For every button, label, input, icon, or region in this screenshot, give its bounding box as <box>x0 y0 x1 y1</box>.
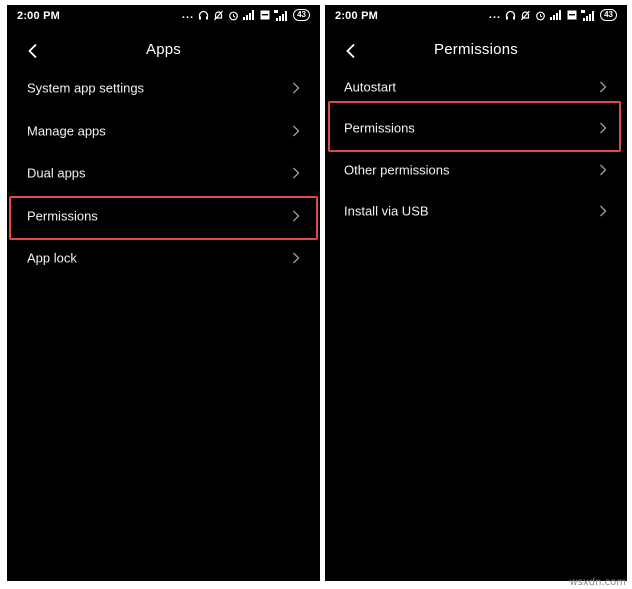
menu-item-label: App lock <box>27 250 77 266</box>
signal-4g-icon <box>274 9 288 21</box>
menu-item-label: Permissions <box>27 208 98 224</box>
page-title: Permissions <box>434 41 518 58</box>
menu-item-manage-apps[interactable]: Manage apps <box>7 110 320 153</box>
menu-item-dual-apps[interactable]: Dual apps <box>7 152 320 195</box>
status-time: 2:00 PM <box>335 10 378 22</box>
signal-icon <box>243 10 255 20</box>
battery-icon: 43 <box>600 9 617 21</box>
alarm-icon <box>536 11 545 20</box>
watermark: wsxdn.com <box>569 577 626 588</box>
apps-screen: 2:00 PM ... 43 Apps System app settings <box>7 5 320 581</box>
battery-icon: 43 <box>293 9 310 21</box>
status-icons: ... 43 <box>489 9 617 21</box>
menu-item-autostart[interactable]: Autostart <box>325 66 627 108</box>
page-title: Apps <box>146 41 181 58</box>
menu-item-install-via-usb[interactable]: Install via USB <box>325 191 627 233</box>
menu-item-label: Dual apps <box>27 165 86 181</box>
headset-icon <box>505 10 516 19</box>
chevron-right-icon <box>293 125 300 137</box>
menu-item-app-lock[interactable]: App lock <box>7 237 320 280</box>
menu-item-permissions[interactable]: Permissions <box>7 195 320 238</box>
chevron-right-icon <box>600 81 607 93</box>
more-notifications-icon: ... <box>181 9 195 21</box>
headset-icon <box>198 10 209 19</box>
signal-4g-icon <box>581 9 595 21</box>
app-bar: Permissions <box>325 31 627 71</box>
menu-item-label: Install via USB <box>344 203 429 219</box>
volte-icon <box>567 10 577 20</box>
menu-item-permissions[interactable]: Permissions <box>325 108 627 150</box>
muted-bell-icon <box>214 10 224 20</box>
menu-item-label: System app settings <box>27 80 145 96</box>
apps-menu-list: System app settings Manage apps Dual app… <box>7 67 320 280</box>
status-bar: 2:00 PM ... 43 <box>7 5 320 27</box>
alarm-icon <box>229 11 238 20</box>
status-icons: ... 43 <box>182 9 310 21</box>
menu-item-label: Permissions <box>344 120 415 136</box>
chevron-right-icon <box>293 252 300 264</box>
menu-item-label: Autostart <box>344 79 397 95</box>
menu-item-label: Other permissions <box>344 162 450 178</box>
status-time: 2:00 PM <box>17 10 60 22</box>
chevron-right-icon <box>600 205 607 217</box>
status-bar: 2:00 PM ... 43 <box>325 5 627 27</box>
app-bar: Apps <box>7 31 320 71</box>
menu-item-system-app-settings[interactable]: System app settings <box>7 67 320 110</box>
muted-bell-icon <box>521 10 531 20</box>
more-notifications-icon: ... <box>488 9 502 21</box>
chevron-right-icon <box>293 82 300 94</box>
volte-icon <box>260 10 270 20</box>
screenshot-canvas: 2:00 PM ... 43 Apps System app settings <box>0 0 632 589</box>
permissions-menu-list: Autostart Permissions Other permissions … <box>325 66 627 232</box>
menu-item-other-permissions[interactable]: Other permissions <box>325 149 627 191</box>
chevron-right-icon <box>293 210 300 222</box>
menu-item-label: Manage apps <box>27 123 106 139</box>
chevron-right-icon <box>293 167 300 179</box>
signal-icon <box>550 10 562 20</box>
chevron-right-icon <box>600 164 607 176</box>
chevron-right-icon <box>600 122 607 134</box>
permissions-screen: 2:00 PM ... 43 Permissions Autostart Per… <box>325 5 627 581</box>
